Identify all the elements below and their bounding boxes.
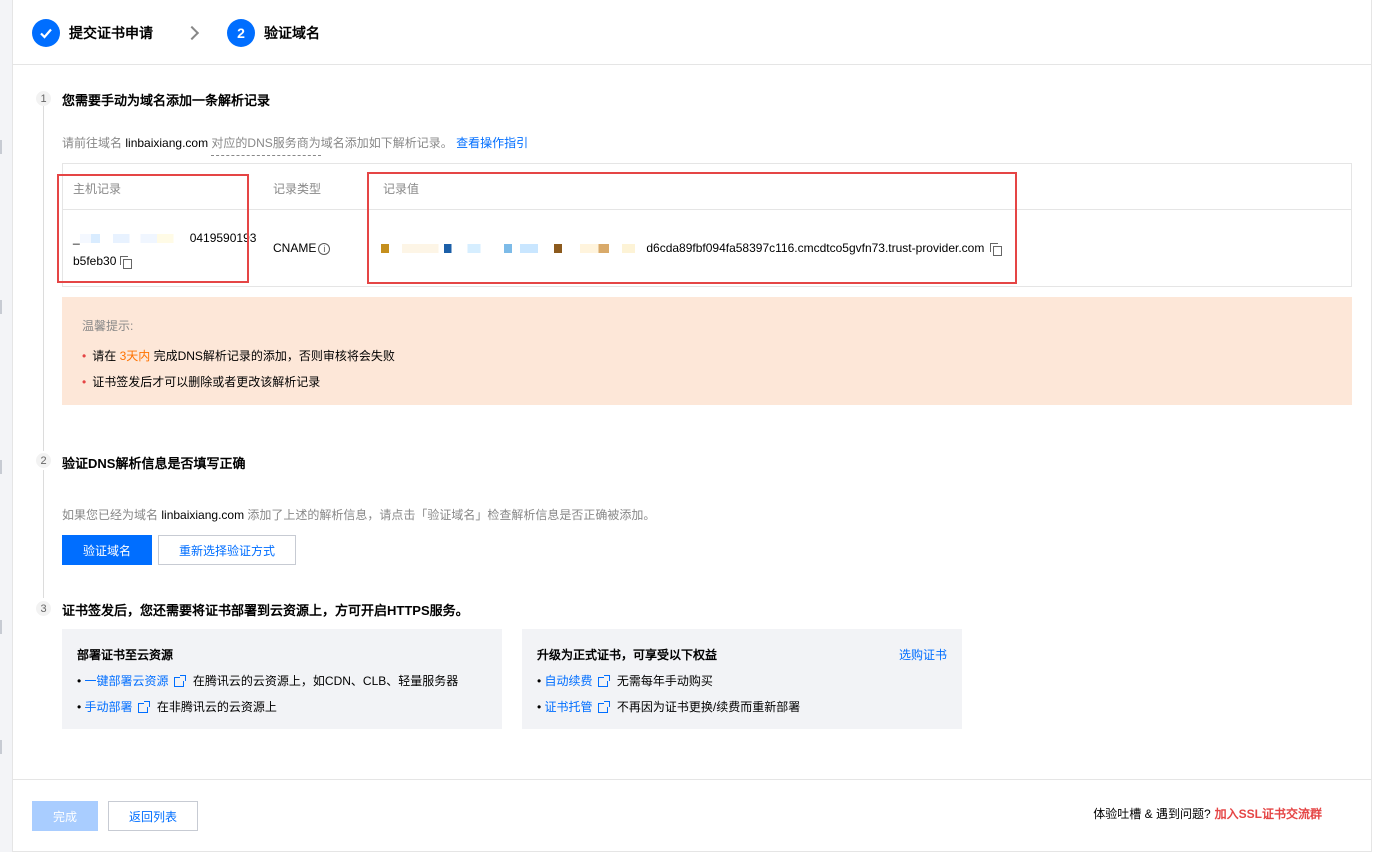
domain-name: linbaixiang.com bbox=[161, 508, 245, 522]
step-done-check-icon bbox=[32, 19, 60, 47]
step-1-label: 提交证书申请 bbox=[69, 25, 153, 41]
section-1-number: 1 bbox=[36, 91, 51, 106]
record-type: CNAME bbox=[273, 241, 317, 255]
notice-text: 证书签发后才可以删除或者更改该解析记录 bbox=[92, 375, 321, 389]
item-description: 不再因为证书更换/续费而重新部署 bbox=[616, 700, 801, 714]
list-item: • 手动部署 在非腾讯云的云资源上 bbox=[77, 700, 277, 714]
sidebar-marker bbox=[0, 140, 2, 154]
notice-box: 温馨提示: • 请在 3天内 完成DNS解析记录的添加，否则审核将会失败 • 证书签… bbox=[62, 297, 1352, 405]
notice-item-2: • 证书签发后才可以删除或者更改该解析记录 bbox=[82, 375, 321, 389]
auto-renew-link[interactable]: 自动续费 bbox=[545, 674, 593, 688]
done-button[interactable]: 完成 bbox=[32, 801, 98, 831]
verify-domain-button[interactable]: 验证域名 bbox=[62, 535, 152, 565]
section-2-title: 验证DNS解析信息是否填写正确 bbox=[62, 456, 246, 471]
list-item: • 自动续费 无需每年手动购买 bbox=[537, 674, 713, 688]
timeline-connector bbox=[43, 470, 44, 598]
external-link-icon[interactable] bbox=[597, 674, 610, 687]
reselect-method-button[interactable]: 重新选择验证方式 bbox=[158, 535, 296, 565]
column-header-type: 记录类型 bbox=[273, 182, 322, 196]
upgrade-card-title: 升级为正式证书，可享受以下权益 bbox=[537, 648, 718, 662]
hint-text: 如果您已经为域名 bbox=[62, 508, 159, 522]
timeline-connector bbox=[43, 106, 44, 451]
guide-link[interactable]: 查看操作指引 bbox=[456, 136, 528, 150]
hint-text: 请前往域名 bbox=[62, 136, 123, 150]
one-click-deploy-link[interactable]: 一键部署云资源 bbox=[85, 674, 169, 688]
notice-title: 温馨提示: bbox=[82, 319, 134, 333]
record-type-cell: CNAME i bbox=[273, 241, 331, 255]
sidebar-marker bbox=[0, 300, 2, 314]
section-2-hint: 如果您已经为域名 linbaixiang.com 添加了上述的解析信息，请点击「… bbox=[62, 506, 655, 523]
notice-text: 完成DNS解析记录的添加，否则审核将会失败 bbox=[153, 349, 395, 363]
sidebar-marker bbox=[0, 620, 2, 634]
section-3-number: 3 bbox=[36, 601, 51, 616]
join-ssl-group-link[interactable]: 加入SSL证书交流群 bbox=[1215, 807, 1322, 821]
notice-text: 请在 bbox=[92, 349, 117, 363]
section-1-hint: 请前往域名 linbaixiang.com 对应的DNS服务商为域名添加如下解析… bbox=[62, 134, 528, 156]
dns-provider-tooltip[interactable]: 对应的DNS服务商为 bbox=[211, 136, 321, 156]
buy-certificate-link[interactable]: 选购证书 bbox=[899, 646, 947, 663]
feedback: 体验吐槽 & 遇到问题? 加入SSL证书交流群 bbox=[1093, 805, 1322, 822]
external-link-icon[interactable] bbox=[137, 700, 150, 713]
deploy-card: 部署证书至云资源 • 一键部署云资源 在腾讯云的云资源上，如CDN、CLB、轻量… bbox=[62, 629, 502, 729]
left-sidebar-strip bbox=[0, 0, 12, 852]
hint-text: 添加了上述的解析信息，请点击「验证域名」检查解析信息是否正确被添加。 bbox=[247, 508, 656, 522]
divider bbox=[12, 64, 1372, 65]
sidebar-marker bbox=[0, 460, 2, 474]
feedback-text: 体验吐槽 & 遇到问题? bbox=[1093, 807, 1211, 821]
domain-name: linbaixiang.com bbox=[125, 136, 209, 150]
item-description: 在腾讯云的云资源上，如CDN、CLB、轻量服务器 bbox=[192, 674, 459, 688]
hint-text: 域名添加如下解析记录。 bbox=[320, 136, 453, 150]
notice-item-1: • 请在 3天内 完成DNS解析记录的添加，否则审核将会失败 bbox=[82, 349, 395, 363]
info-icon[interactable]: i bbox=[318, 242, 331, 255]
step-2-number: 2 bbox=[227, 19, 255, 47]
section-1-title: 您需要手动为域名添加一条解析记录 bbox=[62, 93, 271, 108]
back-to-list-button[interactable]: 返回列表 bbox=[108, 801, 198, 831]
notice-deadline: 3天内 bbox=[119, 349, 151, 363]
cert-hosting-link[interactable]: 证书托管 bbox=[545, 700, 593, 714]
list-item: • 一键部署云资源 在腾讯云的云资源上，如CDN、CLB、轻量服务器 bbox=[77, 674, 459, 688]
step-2-label: 验证域名 bbox=[264, 25, 320, 41]
deploy-card-title: 部署证书至云资源 bbox=[77, 648, 174, 662]
section-2-number: 2 bbox=[36, 453, 51, 468]
stepper: 提交证书申请 2 验证域名 bbox=[32, 19, 320, 47]
item-description: 在非腾讯云的云资源上 bbox=[156, 700, 277, 714]
external-link-icon[interactable] bbox=[173, 674, 186, 687]
external-link-icon[interactable] bbox=[597, 700, 610, 713]
chevron-right-icon bbox=[184, 25, 200, 41]
divider bbox=[12, 779, 1372, 780]
item-description: 无需每年手动购买 bbox=[616, 674, 713, 688]
highlight-box-value bbox=[367, 172, 1017, 284]
section-3-title: 证书签发后，您还需要将证书部署到云资源上，方可开启HTTPS服务。 bbox=[62, 603, 469, 618]
list-item: • 证书托管 不再因为证书更换/续费而重新部署 bbox=[537, 700, 801, 714]
upgrade-card: 升级为正式证书，可享受以下权益 选购证书 • 自动续费 无需每年手动购买 • 证… bbox=[522, 629, 962, 729]
sidebar-marker bbox=[0, 740, 2, 754]
highlight-box-host bbox=[57, 174, 249, 283]
manual-deploy-link[interactable]: 手动部署 bbox=[85, 700, 133, 714]
